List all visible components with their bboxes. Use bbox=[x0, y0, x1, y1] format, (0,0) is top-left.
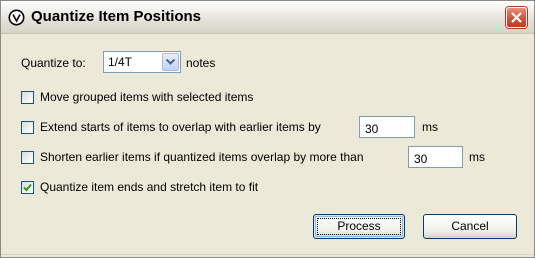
quantize-ends-label[interactable]: Quantize item ends and stretch item to f… bbox=[40, 180, 258, 194]
shorten-earlier-ms-input[interactable] bbox=[408, 146, 463, 168]
quantize-selected-value: 1/4T bbox=[108, 55, 133, 69]
quantize-select[interactable]: 1/4T bbox=[103, 51, 181, 73]
shorten-earlier-checkbox[interactable] bbox=[21, 151, 34, 164]
dropdown-button[interactable] bbox=[162, 53, 179, 71]
shorten-earlier-label[interactable]: Shorten earlier items if quantized items… bbox=[40, 150, 364, 164]
quantize-dialog: Quantize Item Positions Quantize to: 1/4… bbox=[0, 0, 535, 258]
quantize-to-label: Quantize to: bbox=[21, 56, 86, 70]
extend-starts-ms-input[interactable] bbox=[359, 116, 415, 138]
move-grouped-label[interactable]: Move grouped items with selected items bbox=[40, 90, 253, 104]
shorten-earlier-unit: ms bbox=[469, 150, 485, 164]
chevron-down-icon bbox=[166, 59, 175, 65]
quantize-ends-checkbox[interactable] bbox=[21, 181, 34, 194]
extend-starts-label[interactable]: Extend starts of items to overlap with e… bbox=[40, 120, 321, 134]
process-button[interactable]: Process bbox=[313, 214, 405, 239]
window-title: Quantize Item Positions bbox=[31, 8, 202, 25]
title-bar[interactable]: Quantize Item Positions bbox=[1, 1, 534, 34]
move-grouped-checkbox[interactable] bbox=[21, 91, 34, 104]
notes-label: notes bbox=[186, 56, 216, 70]
extend-starts-unit: ms bbox=[422, 120, 438, 134]
extend-starts-checkbox[interactable] bbox=[21, 121, 34, 134]
close-icon bbox=[511, 12, 522, 23]
cancel-button[interactable]: Cancel bbox=[423, 214, 517, 239]
focus-ring bbox=[317, 218, 401, 235]
close-button[interactable] bbox=[506, 7, 527, 28]
bottom-divider bbox=[1, 254, 534, 255]
checkmark-icon bbox=[23, 183, 32, 192]
reaper-icon bbox=[8, 9, 25, 26]
cancel-label: Cancel bbox=[451, 219, 489, 233]
